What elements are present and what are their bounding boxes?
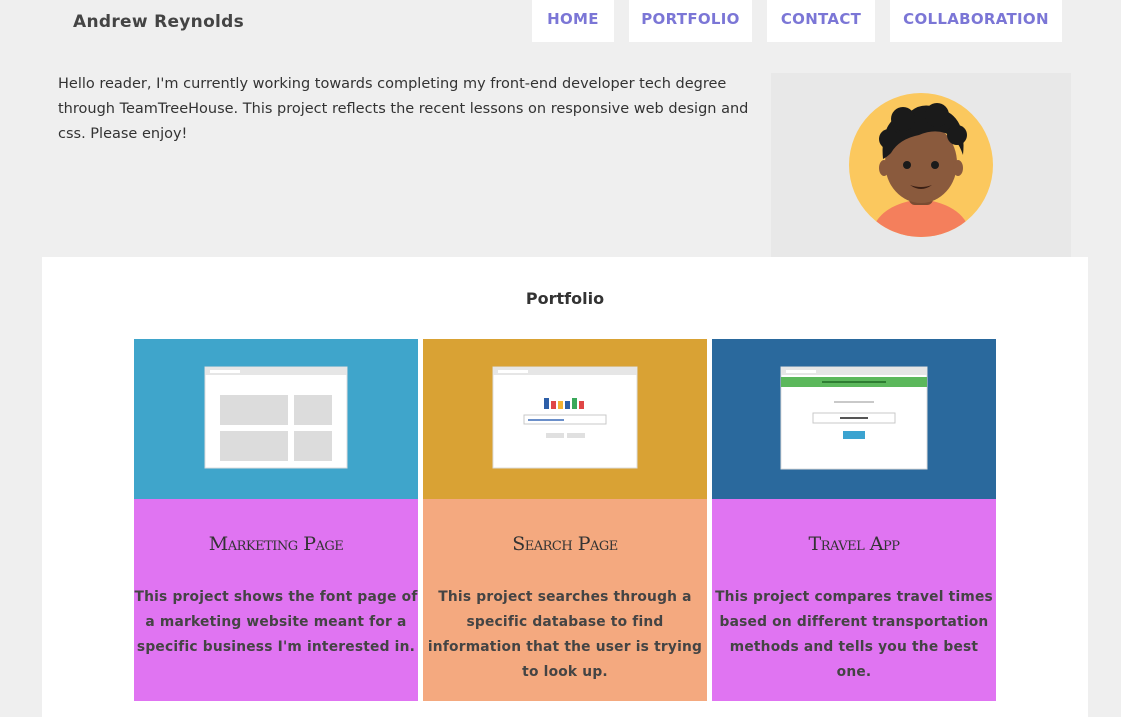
project-thumbnail [134, 339, 418, 499]
avatar [849, 93, 993, 237]
project-body: Search Page This project searches throug… [423, 499, 707, 701]
site-name: Andrew Reynolds [73, 12, 245, 32]
project-title: Marketing Page [208, 533, 344, 555]
project-title: Travel App [808, 533, 900, 555]
nav-contact[interactable]: CONTACT [767, 0, 875, 42]
project-body: Travel App This project compares travel … [712, 499, 996, 701]
nav-home[interactable]: HOME [532, 0, 614, 42]
nav-portfolio[interactable]: PORTFOLIO [629, 0, 752, 42]
project-description: This project shows the font page of a ma… [134, 589, 418, 655]
project-description: This project searches through a specific… [427, 589, 703, 680]
avatar-container [771, 73, 1071, 257]
portfolio-title: Portfolio [525, 289, 605, 308]
intro-text: Hello reader, I'm currently working towa… [58, 76, 749, 142]
project-card-marketing[interactable]: Marketing Page This project shows the fo… [134, 339, 418, 701]
project-body: Marketing Page This project shows the fo… [134, 499, 418, 701]
project-title: Search Page [512, 533, 618, 555]
nav-collaboration[interactable]: COLLABORATION [890, 0, 1062, 42]
project-card-search[interactable]: Search Page This project searches throug… [423, 339, 707, 701]
project-thumbnail [712, 339, 996, 499]
project-thumbnail [423, 339, 707, 499]
search-page-mockup-icon [492, 366, 638, 469]
travel-app-mockup-icon [780, 366, 928, 470]
project-description: This project compares travel times based… [715, 589, 993, 680]
marketing-page-mockup-icon [204, 366, 348, 469]
portfolio-section: Portfolio Marketing Page This project sh… [42, 257, 1088, 717]
project-card-travel[interactable]: Travel App This project compares travel … [712, 339, 996, 701]
